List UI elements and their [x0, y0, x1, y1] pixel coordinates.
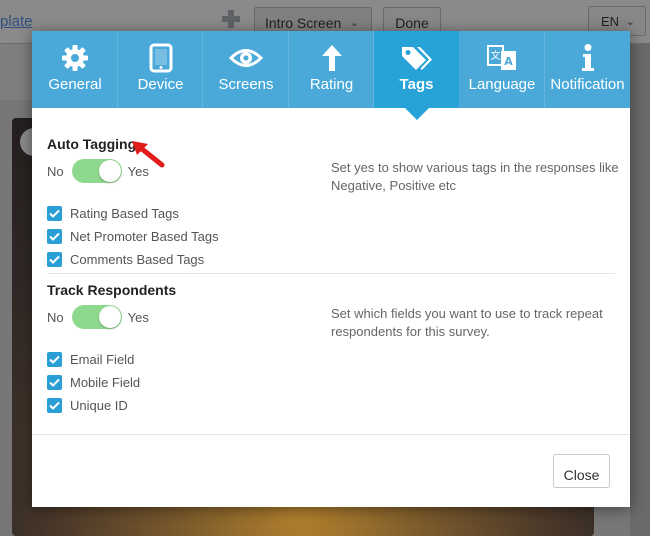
track-respondents-title: Track Respondents: [47, 282, 177, 298]
checkbox-checked-icon[interactable]: [47, 351, 62, 367]
tab-general[interactable]: General: [32, 31, 118, 108]
tablet-icon: [118, 43, 203, 73]
svg-text:文: 文: [491, 49, 501, 62]
auto-tagging-toggle[interactable]: [71, 159, 122, 183]
net-promoter-tags-checkbox-row[interactable]: Net Promoter Based Tags: [47, 227, 219, 245]
chevron-down-icon: ⌄: [625, 16, 635, 28]
email-field-checkbox-row[interactable]: Email Field: [47, 350, 134, 368]
chevron-down-icon: ⌄: [349, 17, 359, 29]
checkbox-checked-icon[interactable]: [47, 374, 62, 390]
checkbox-checked-icon[interactable]: [47, 228, 62, 244]
background-scroll-area: [630, 44, 650, 536]
comments-based-tags-checkbox-row[interactable]: Comments Based Tags: [47, 250, 204, 268]
tab-language[interactable]: 文 A Language: [459, 31, 545, 108]
email-field-label: Email Field: [70, 351, 135, 367]
tab-device-label: Device: [137, 76, 184, 93]
track-respondents-toggle-row: No Yes: [47, 304, 149, 330]
settings-modal: General Device Screens Rating Tags 文 A L…: [32, 31, 630, 507]
screen-select-value: Intro Screen: [265, 15, 342, 31]
tab-device[interactable]: Device: [118, 31, 203, 108]
tab-general-label: General: [48, 76, 102, 93]
toggle-knob: [98, 306, 121, 328]
svg-text:A: A: [504, 55, 513, 68]
toggle-knob: [98, 160, 121, 182]
tab-screens[interactable]: Screens: [203, 31, 289, 108]
tab-rating[interactable]: Rating: [289, 31, 374, 108]
tab-language-label: Language: [468, 76, 536, 93]
rating-based-tags-label: Rating Based Tags: [70, 205, 179, 221]
section-divider: [47, 273, 615, 274]
checkbox-checked-icon[interactable]: [47, 397, 62, 413]
unique-id-checkbox-row[interactable]: Unique ID: [47, 396, 128, 414]
translate-icon: 文 A: [459, 43, 545, 73]
mobile-field-label: Mobile Field: [70, 374, 141, 390]
auto-tagging-help-text: Set yes to show various tags in the resp…: [331, 160, 619, 193]
comments-based-tags-label: Comments Based Tags: [70, 251, 205, 267]
tab-rating-label: Rating: [309, 76, 354, 93]
track-respondents-help-text: Set which fields you want to use to trac…: [331, 306, 603, 339]
checkbox-checked-icon[interactable]: [47, 251, 62, 267]
language-select-value: EN: [601, 14, 620, 29]
add-icon[interactable]: [220, 8, 242, 30]
track-respondents-toggle[interactable]: [71, 305, 122, 329]
track-respondents-on-label: Yes: [127, 309, 149, 325]
auto-tagging-title: Auto Tagging: [47, 136, 137, 152]
settings-tab-bar: General Device Screens Rating Tags 文 A L…: [32, 31, 630, 120]
unique-id-label: Unique ID: [70, 397, 128, 413]
mobile-field-checkbox-row[interactable]: Mobile Field: [47, 373, 140, 391]
info-icon: [545, 43, 630, 73]
eye-icon: [203, 43, 289, 73]
tab-tags-label: Tags: [399, 76, 434, 93]
tab-notification[interactable]: Notification: [545, 31, 630, 108]
net-promoter-tags-label: Net Promoter Based Tags: [70, 228, 219, 244]
tags-icon: [374, 43, 459, 73]
tab-screens-label: Screens: [218, 76, 274, 93]
gear-icon: [32, 43, 118, 73]
checkbox-checked-icon[interactable]: [47, 205, 62, 221]
close-button[interactable]: Close: [553, 454, 610, 488]
auto-tagging-off-label: No: [47, 163, 64, 179]
tab-notification-label: Notification: [550, 76, 625, 93]
footer-divider: [32, 434, 630, 435]
arrow-up-icon: [289, 43, 374, 73]
template-link[interactable]: plate: [0, 13, 33, 30]
track-respondents-off-label: No: [47, 309, 64, 325]
rating-based-tags-checkbox-row[interactable]: Rating Based Tags: [47, 204, 179, 222]
annotation-arrow-icon: [132, 141, 165, 168]
tab-tags[interactable]: Tags: [374, 31, 459, 120]
